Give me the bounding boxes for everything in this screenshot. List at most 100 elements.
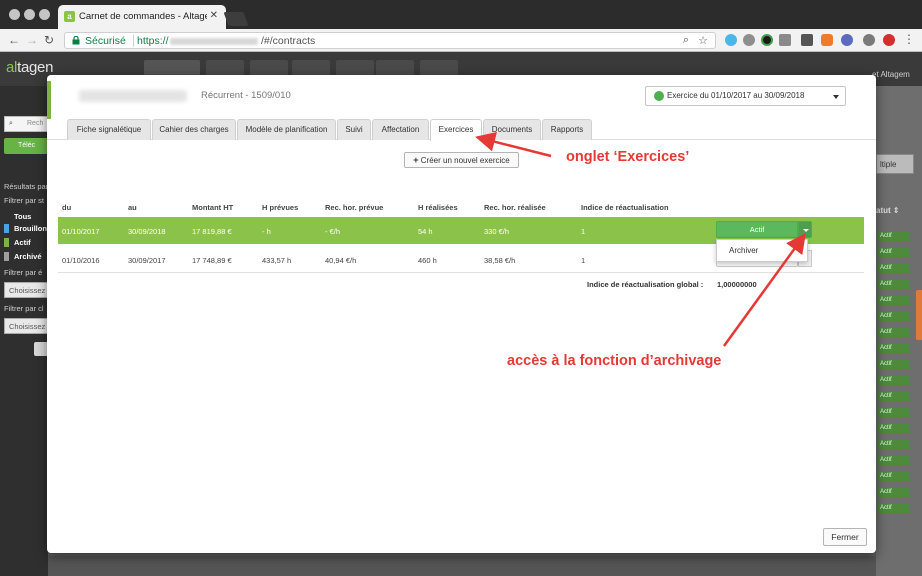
window-zoom-control[interactable] xyxy=(39,9,50,20)
sidebar-download-button[interactable]: Téléc xyxy=(4,138,48,154)
status-badge: Actif xyxy=(878,424,910,433)
global-index-label: Indice de réactualisation global : xyxy=(587,280,704,289)
status-badge: Actif xyxy=(878,232,910,241)
logo-suffix: tagen xyxy=(17,59,54,76)
filter-2-select[interactable]: Choisissez xyxy=(4,282,48,298)
column-header-rec-hor-realisee: Rec. hor. réalisée xyxy=(484,203,546,212)
status-badge: Actif xyxy=(878,248,910,257)
annotation-archive: accès à la fonction d’archivage xyxy=(507,353,722,369)
status-badge: Actif xyxy=(878,264,910,273)
status-badge: Actif xyxy=(878,376,910,385)
secure-label: Sécurisé xyxy=(85,35,126,47)
column-header-h-realisees: H réalisées xyxy=(418,203,458,212)
sidebar-action-icon[interactable] xyxy=(34,342,48,356)
cell-rec-hor-realisee: 38,58 €/h xyxy=(484,256,516,265)
tab-cahier-des-charges[interactable]: Cahier des charges xyxy=(152,119,236,140)
cell-indice: 1 xyxy=(581,227,586,236)
tab-affectation[interactable]: Affectation xyxy=(372,119,429,140)
extension-9-icon[interactable] xyxy=(883,34,895,46)
window-close-control[interactable] xyxy=(9,9,20,20)
filter-3-select[interactable]: Choisissez xyxy=(4,318,48,334)
status-filter-all[interactable]: Tous xyxy=(14,212,31,221)
client-name-blurred xyxy=(79,90,187,102)
cell-indice: 1 xyxy=(581,256,586,265)
background-pagination xyxy=(48,556,876,576)
bookmark-star-icon[interactable]: ☆ xyxy=(698,34,708,47)
reload-icon[interactable]: ↻ xyxy=(44,33,54,47)
status-filter-archive[interactable]: Archivé xyxy=(14,252,42,261)
back-arrow-icon[interactable]: ← xyxy=(8,33,20,47)
status-dropdown-toggle[interactable] xyxy=(798,221,812,238)
extension-5-icon[interactable] xyxy=(801,34,813,46)
app-nav-item-7[interactable] xyxy=(420,60,458,76)
status-actif-button[interactable]: Actif xyxy=(716,221,798,238)
tab-suivi[interactable]: Suivi xyxy=(337,119,371,140)
address-bar[interactable]: Sécurisé https:// /#/contracts ⌕ ☆ xyxy=(64,32,716,49)
status-badge: Actif xyxy=(878,280,910,289)
logo-prefix: al xyxy=(6,59,18,76)
status-actif-marker xyxy=(4,238,9,247)
filter-status-label: Filtrer par st xyxy=(4,196,45,205)
url-host-blurred xyxy=(170,38,258,45)
app-nav-item-4[interactable] xyxy=(292,60,330,76)
cell-h-realisees: 54 h xyxy=(418,227,433,236)
global-index-value: 1,00000000 xyxy=(717,280,757,289)
extension-2-icon[interactable] xyxy=(743,34,755,46)
new-tab-button[interactable] xyxy=(223,12,249,26)
archiver-menu-item[interactable]: Archiver xyxy=(729,246,758,255)
status-badge: Actif xyxy=(878,408,910,417)
status-badge: Actif xyxy=(878,360,910,369)
tab-exercices[interactable]: Exercices xyxy=(430,119,482,141)
cell-montant-ht: 17 748,89 € xyxy=(192,256,232,265)
extension-6-icon[interactable] xyxy=(821,34,833,46)
status-filter-actif[interactable]: Actif xyxy=(14,238,31,247)
sidebar-search-input[interactable]: ⌕ Rech xyxy=(4,116,48,132)
extension-4-icon[interactable] xyxy=(779,34,791,46)
modal-tabs: Fiche signalétique Cahier des charges Mo… xyxy=(47,119,876,141)
status-badge: Actif xyxy=(878,456,910,465)
extension-3-icon[interactable] xyxy=(761,34,773,46)
tab-fiche-signaletique[interactable]: Fiche signalétique xyxy=(67,119,151,140)
results-per-page-label: Résultats par xyxy=(4,182,49,191)
column-header-indice: Indice de réactualisation xyxy=(581,203,669,212)
app-nav-item-2[interactable] xyxy=(206,60,244,76)
contract-reference: Récurrent - 1509/010 xyxy=(201,90,291,101)
status-filter-brouillon[interactable]: Brouillon xyxy=(14,224,47,233)
contract-modal: Récurrent - 1509/010 Exercice du 01/10/2… xyxy=(47,75,876,553)
user-label[interactable]: et Altagem xyxy=(872,70,910,79)
create-exercise-button[interactable]: + Créer un nouvel exercice xyxy=(404,152,519,168)
tab-rapports[interactable]: Rapports xyxy=(542,119,592,140)
app-nav-item-6[interactable] xyxy=(376,60,414,76)
tab-documents[interactable]: Documents xyxy=(483,119,541,140)
feedback-side-tab[interactable] xyxy=(916,290,922,340)
url-path: /#/contracts xyxy=(261,35,316,47)
exercise-period-select[interactable]: Exercice du 01/10/2017 au 30/09/2018 xyxy=(645,86,846,106)
browser-tab-title: Carnet de commandes - Altagen xyxy=(79,11,207,22)
zoom-magnifier-icon[interactable]: ⌕ xyxy=(683,34,689,47)
extension-8-icon[interactable] xyxy=(863,34,875,46)
app-nav-item-5[interactable] xyxy=(336,60,374,76)
column-header-au: au xyxy=(128,203,137,212)
extension-1-icon[interactable] xyxy=(725,34,737,46)
tab-modele-de-planification[interactable]: Modèle de planification xyxy=(237,119,336,140)
omnibox-separator xyxy=(133,35,134,47)
browser-tab[interactable]: a Carnet de commandes - Altagen ✕ xyxy=(58,5,226,29)
altagem-logo[interactable]: altagen xyxy=(6,59,53,76)
forward-arrow-icon[interactable]: → xyxy=(26,33,38,47)
cell-h-prevues: 433,57 h xyxy=(262,256,292,265)
extension-7-icon[interactable] xyxy=(841,34,853,46)
close-button[interactable]: Fermer xyxy=(823,528,867,546)
cell-au: 30/09/2018 xyxy=(128,227,166,236)
multiple-action-button[interactable]: ltiple xyxy=(876,154,914,174)
status-badge: Actif xyxy=(878,312,910,321)
filter-2-label: Filtrer par é xyxy=(4,268,43,277)
status-badge: Actif xyxy=(878,296,910,305)
window-minimize-control[interactable] xyxy=(24,9,35,20)
tab-close-icon[interactable]: ✕ xyxy=(210,10,218,21)
app-nav-item-3[interactable] xyxy=(250,60,288,76)
app-nav-item-1[interactable] xyxy=(144,60,200,76)
browser-menu-icon[interactable]: ⋮ xyxy=(903,32,915,46)
status-column-header[interactable]: atut ⇕ xyxy=(876,206,900,215)
status-archive-marker xyxy=(4,252,9,261)
browser-toolbar: ← → ↻ Sécurisé https:// /#/contracts ⌕ ☆… xyxy=(0,29,922,52)
